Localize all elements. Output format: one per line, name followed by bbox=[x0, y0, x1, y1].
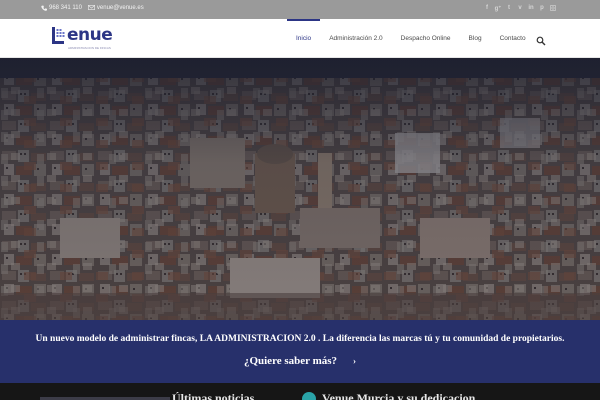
post-title[interactable]: Venue Murcia y su dedicacion bbox=[322, 391, 475, 400]
linkedin-icon[interactable]: in bbox=[528, 4, 534, 12]
banner-text: Un nuevo modelo de administrar fincas, L… bbox=[35, 334, 565, 344]
social-links: f g⁺ t v in p bbox=[484, 4, 556, 12]
twitter-icon[interactable]: t bbox=[506, 4, 512, 12]
nav-item-despacho-online[interactable]: Despacho Online bbox=[392, 19, 460, 58]
top-bar: 968 341 110 venue@venue.es f g⁺ t v in p bbox=[0, 0, 600, 19]
post-avatar bbox=[302, 392, 316, 400]
email-icon bbox=[87, 4, 95, 11]
hero-city-image bbox=[0, 58, 600, 320]
logo-wordmark: enue bbox=[67, 25, 113, 45]
nav-item-contacto[interactable]: Contacto bbox=[491, 19, 535, 58]
email-address[interactable]: venue@venue.es bbox=[97, 5, 144, 11]
pinterest-icon[interactable]: p bbox=[539, 4, 545, 12]
site-logo[interactable]: enue ADMINISTRACION DE FINCAS bbox=[52, 25, 113, 50]
search-icon[interactable] bbox=[536, 33, 546, 46]
bottom-section: Últimas noticias Venue Murcia y su dedic… bbox=[0, 383, 600, 400]
logo-tagline: ADMINISTRACION DE FINCAS bbox=[68, 46, 111, 50]
promo-banner: Un nuevo modelo de administrar fincas, L… bbox=[0, 320, 600, 383]
nav-item-administracion[interactable]: Administración 2.0 bbox=[320, 19, 391, 58]
main-nav: Inicio Administración 2.0 Despacho Onlin… bbox=[287, 19, 546, 58]
nav-item-inicio[interactable]: Inicio bbox=[287, 19, 321, 58]
cta-label[interactable]: ¿Quiere saber más? bbox=[244, 355, 337, 367]
chevron-right-icon[interactable]: › bbox=[353, 356, 356, 366]
facebook-icon[interactable]: f bbox=[484, 4, 490, 12]
site-header: enue ADMINISTRACION DE FINCAS Inicio Adm… bbox=[0, 19, 600, 58]
section-title: Últimas noticias bbox=[172, 391, 255, 400]
phone-icon bbox=[40, 4, 47, 11]
logo-building-icon bbox=[52, 27, 66, 44]
phone-number[interactable]: 968 341 110 bbox=[49, 5, 82, 11]
google-plus-icon[interactable]: g⁺ bbox=[495, 4, 502, 12]
city-aerial-photo bbox=[0, 58, 600, 320]
contact-info: 968 341 110 venue@venue.es bbox=[40, 4, 144, 11]
cta-link[interactable]: ¿Quiere saber más? › bbox=[0, 355, 600, 367]
nav-item-blog[interactable]: Blog bbox=[460, 19, 491, 58]
vimeo-icon[interactable]: v bbox=[517, 4, 523, 12]
instagram-icon[interactable] bbox=[550, 4, 556, 12]
